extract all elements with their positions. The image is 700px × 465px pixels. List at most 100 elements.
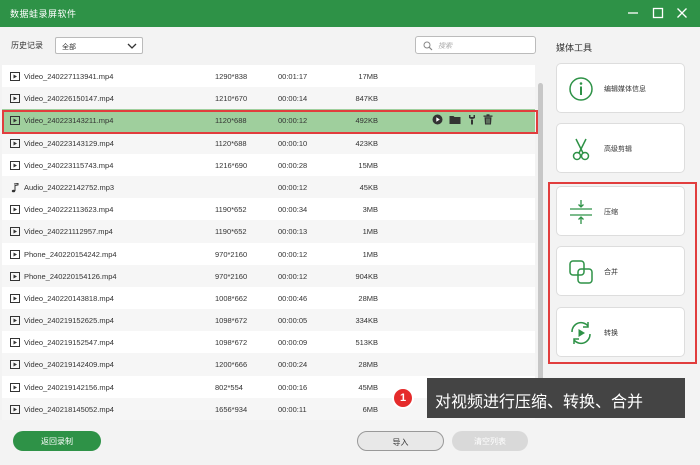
file-duration: 00:00:09	[278, 338, 308, 348]
file-duration: 00:00:12	[278, 271, 308, 281]
clear-list-button[interactable]: 清空列表	[452, 431, 528, 451]
file-size: 6MB	[362, 404, 378, 414]
file-row[interactable]: Video_240223115743.mp4 1216*690 00:00:28 15…	[2, 153, 535, 176]
file-size: 334KB	[355, 316, 378, 326]
file-duration: 00:00:11	[278, 404, 307, 414]
file-size: 513KB	[355, 338, 378, 348]
close-icon[interactable]	[674, 5, 690, 21]
file-resolution: 1200*666	[215, 360, 248, 370]
file-row[interactable]: Video_240223143129.mp4 1120*688 00:00:10 42…	[2, 131, 535, 154]
video-file-icon	[10, 227, 20, 237]
list-scrollbar[interactable]	[538, 83, 543, 409]
history-label: 历史记录	[11, 41, 43, 50]
file-name: Video_240222113623.mp4	[24, 205, 114, 215]
title-bar: 数据蛙录屏软件	[0, 0, 700, 27]
file-panel: 历史记录 全部 搜索 Video_240227113941.mp4 1290*83…	[0, 27, 545, 465]
file-name: Video_240223115743.mp4	[24, 160, 114, 170]
file-resolution: 1120*688	[215, 116, 247, 126]
file-duration: 00:00:12	[278, 249, 308, 259]
file-row[interactable]: Video_240219142409.mp4 1200*666 00:00:24 28…	[2, 353, 535, 376]
video-file-icon	[10, 293, 20, 303]
merge-icon	[569, 260, 593, 284]
file-name: Video_240219152625.mp4	[24, 316, 114, 326]
video-file-icon	[10, 404, 20, 414]
file-row[interactable]: Phone_240220154126.mp4 970*2160 00:00:12 90…	[2, 264, 535, 287]
file-resolution: 1216*690	[215, 160, 248, 170]
file-name: Video_240223143211.mp4	[24, 116, 114, 126]
file-resolution: 1098*672	[215, 316, 248, 326]
file-duration: 00:01:17	[278, 72, 308, 81]
video-file-icon	[10, 116, 20, 126]
tools-icon[interactable]	[467, 114, 477, 125]
search-placeholder: 搜索	[438, 43, 452, 50]
file-size: 28MB	[358, 293, 378, 303]
file-name: Video_240227113941.mp4	[24, 72, 114, 81]
search-input[interactable]: 搜索	[415, 36, 536, 54]
file-row[interactable]: Video_240227113941.mp4 1290*838 00:01:17 17…	[2, 65, 535, 88]
file-resolution: 1190*652	[215, 227, 247, 237]
media-tools-title: 媒体工具	[556, 43, 593, 53]
file-size: 15MB	[358, 160, 378, 170]
file-row[interactable]: Video_240220143818.mp4 1008*662 00:00:46 28…	[2, 286, 535, 310]
video-file-icon	[10, 138, 20, 148]
file-name: Phone_240220154242.mp4	[24, 249, 117, 259]
folder-icon[interactable]	[449, 114, 461, 125]
file-size: 3MB	[362, 205, 378, 215]
minimize-icon[interactable]	[625, 5, 641, 21]
file-name: Video_240220143818.mp4	[24, 293, 114, 303]
file-duration: 00:00:16	[278, 382, 308, 392]
tool-advanced-cut[interactable]: 高级剪辑	[556, 123, 685, 173]
file-row-selected[interactable]: Video_240223143211.mp4 1120*688 00:00:12 49…	[2, 109, 535, 132]
tool-compress[interactable]: 压缩	[556, 186, 685, 236]
file-duration: 00:00:24	[278, 360, 308, 370]
file-resolution: 1656*934	[215, 404, 248, 414]
file-row[interactable]: Video_240219142156.mp4 802*554 00:00:16 45M…	[2, 375, 535, 398]
file-row[interactable]: Video_240218145052.mp4 1656*934 00:00:11 6M…	[2, 397, 535, 420]
filter-select[interactable]: 全部	[55, 37, 143, 54]
file-row[interactable]: Video_240222113623.mp4 1190*652 00:00:34 3M…	[2, 198, 535, 221]
file-name: Phone_240220154126.mp4	[24, 271, 117, 281]
file-row[interactable]: Video_240221112957.mp4 1190*652 00:00:13 1M…	[2, 220, 535, 243]
file-row[interactable]: Video_240226150147.mp4 1210*670 00:00:14 84…	[2, 87, 535, 110]
maximize-icon[interactable]	[650, 5, 666, 21]
file-size: 17MB	[358, 72, 378, 81]
file-size: 28MB	[358, 360, 378, 370]
file-row[interactable]: Video_240219152547.mp4 1098*672 00:00:09 51…	[2, 331, 535, 354]
filter-select-value: 全部	[62, 44, 76, 51]
file-duration: 00:00:34	[278, 205, 308, 215]
file-duration: 00:00:13	[278, 227, 308, 237]
video-file-icon	[10, 72, 20, 81]
file-name: Video_240219142156.mp4	[24, 382, 114, 392]
tool-edit-media-info[interactable]: 编辑媒体信息	[556, 63, 685, 113]
back-to-record-button[interactable]: 返回录制	[13, 431, 101, 451]
file-resolution: 802*554	[215, 382, 243, 392]
file-row[interactable]: Video_240219152625.mp4 1098*672 00:00:05 33…	[2, 309, 535, 332]
file-row[interactable]: Phone_240220154242.mp4 970*2160 00:00:12 1M…	[2, 242, 535, 265]
file-resolution: 970*2160	[215, 249, 248, 259]
delete-icon[interactable]	[483, 114, 493, 125]
file-list: Video_240227113941.mp4 1290*838 00:01:17 17…	[2, 65, 535, 422]
file-name: Audio_240222142752.mp3	[24, 182, 115, 192]
file-duration: 00:00:46	[278, 293, 308, 303]
tool-merge[interactable]: 合并	[556, 246, 685, 296]
info-icon	[569, 77, 593, 101]
file-size: 423KB	[355, 138, 378, 148]
compress-icon	[570, 200, 592, 224]
search-icon	[423, 41, 433, 51]
video-file-icon	[10, 360, 20, 370]
play-icon[interactable]	[432, 114, 443, 125]
file-resolution: 970*2160	[215, 271, 248, 281]
file-name: Video_240221112957.mp4	[24, 227, 113, 237]
file-name: Video_240218145052.mp4	[24, 404, 114, 414]
tool-label: 转换	[604, 330, 618, 337]
import-button[interactable]: 导入	[357, 431, 444, 451]
file-duration: 00:00:14	[278, 94, 308, 104]
video-file-icon	[10, 271, 20, 281]
file-row[interactable]: Audio_240222142752.mp3 00:00:12 45KB	[2, 175, 535, 199]
file-duration: 00:00:12	[278, 182, 308, 192]
file-name: Video_240219152547.mp4	[24, 338, 114, 348]
video-file-icon	[10, 160, 20, 170]
file-resolution: 1190*652	[215, 205, 247, 215]
row-actions	[432, 114, 499, 127]
tool-convert[interactable]: 转换	[556, 307, 685, 357]
